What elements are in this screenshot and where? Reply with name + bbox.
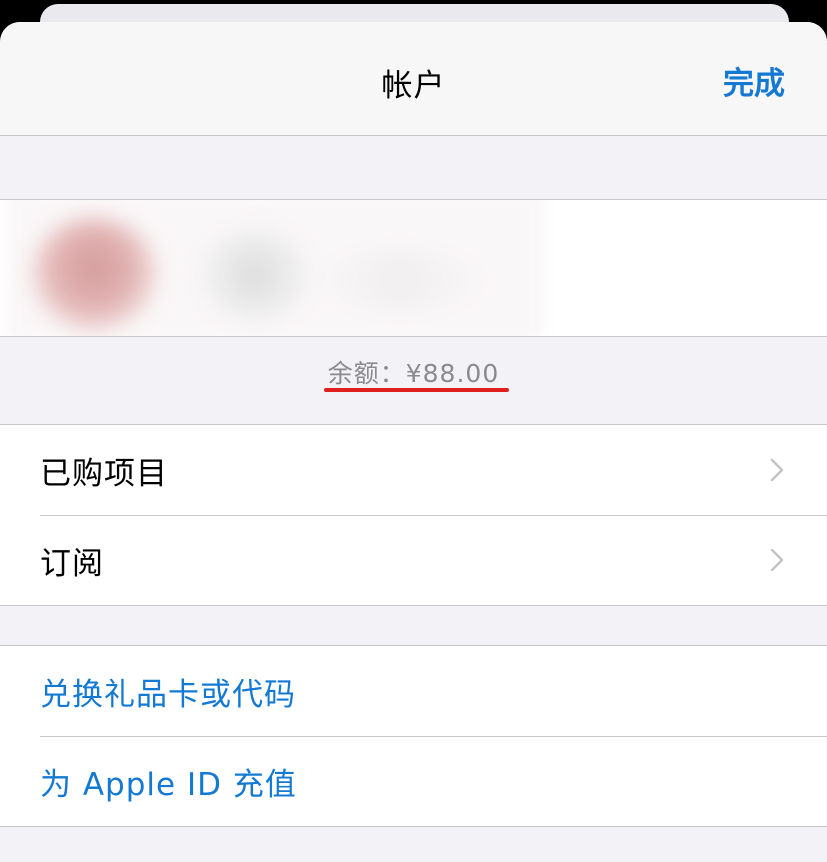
row-label: 已购项目: [40, 455, 168, 492]
section-spacer: [0, 827, 827, 862]
done-button[interactable]: 完成: [723, 58, 785, 103]
chevron-right-icon: [770, 458, 784, 482]
row-label: 订阅: [40, 545, 104, 582]
section-spacer: [0, 606, 827, 646]
chevron-right-icon: [770, 548, 784, 572]
action-group: 兑换礼品卡或代码 为 Apple ID 充值: [0, 646, 827, 827]
balance-section: 余额：¥88.00: [0, 337, 827, 425]
balance-label: 余额：¥88.00: [327, 359, 500, 388]
account-sheet: 帐户 完成 余额：¥88.00 已购项目 订阅 兑换礼品卡或代码 为 Apple…: [0, 22, 827, 862]
profile-card[interactable]: [0, 200, 827, 337]
section-spacer: [0, 136, 827, 200]
page-title: 帐户: [381, 68, 446, 104]
redeem-gift-card-link: 兑换礼品卡或代码: [40, 676, 296, 713]
add-funds-link: 为 Apple ID 充值: [40, 766, 297, 803]
screen: 帐户 完成 余额：¥88.00 已购项目 订阅 兑换礼品卡或代码 为 Apple…: [0, 0, 827, 862]
navigation-bar: 帐户 完成: [0, 22, 827, 136]
subscriptions-row[interactable]: 订阅: [0, 515, 827, 605]
redeem-gift-card-row[interactable]: 兑换礼品卡或代码: [0, 646, 827, 736]
account-email-blurred: [320, 250, 480, 310]
balance-highlight-underline: [324, 388, 509, 392]
add-funds-row[interactable]: 为 Apple ID 充值: [0, 736, 827, 826]
menu-group: 已购项目 订阅: [0, 425, 827, 606]
account-name-blurred: [200, 230, 310, 320]
avatar: [32, 218, 156, 330]
purchased-items-row[interactable]: 已购项目: [0, 425, 827, 515]
